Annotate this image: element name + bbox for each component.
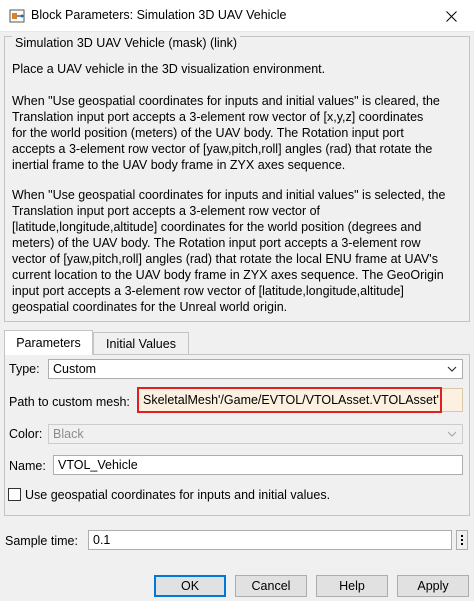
cancel-button-label: Cancel: [251, 579, 291, 593]
description-line: When "Use geospatial coordinates for inp…: [12, 188, 446, 202]
title-bar: Block Parameters: Simulation 3D UAV Vehi…: [0, 0, 474, 32]
description-line: Place a UAV vehicle in the 3D visualizat…: [12, 62, 326, 76]
ok-button[interactable]: OK: [154, 575, 226, 597]
mesh-path-label: Path to custom mesh:: [9, 395, 130, 409]
tab-initial-values[interactable]: Initial Values: [93, 332, 189, 354]
sample-time-options-button[interactable]: [456, 530, 468, 550]
description-paragraph-1: Place a UAV vehicle in the 3D visualizat…: [12, 61, 464, 77]
help-button-label: Help: [339, 579, 365, 593]
geospatial-checkbox[interactable]: [8, 488, 21, 501]
dot: [461, 539, 463, 541]
type-dropdown[interactable]: Custom: [48, 359, 463, 379]
simulink-block-icon: [9, 9, 25, 23]
mesh-path-input-highlighted[interactable]: SkeletalMesh'/Game/EVTOL/VTOLAsset.VTOLA…: [137, 387, 442, 413]
apply-button[interactable]: Apply: [397, 575, 469, 597]
description-line: current location to the UAV body frame i…: [12, 268, 444, 282]
dot: [461, 543, 463, 545]
description-line: Translation input port accepts a 3-eleme…: [12, 204, 321, 218]
apply-button-label: Apply: [417, 579, 449, 593]
ok-button-label: OK: [180, 579, 200, 593]
dot: [461, 535, 463, 537]
window-title: Block Parameters: Simulation 3D UAV Vehi…: [31, 8, 287, 22]
description-paragraph-3: When "Use geospatial coordinates for inp…: [12, 187, 464, 315]
chevron-down-icon: [447, 431, 457, 437]
description-line: [latitude,longitude,altitude] coordinate…: [12, 220, 422, 234]
cancel-button[interactable]: Cancel: [235, 575, 307, 597]
mesh-path-value: SkeletalMesh'/Game/EVTOL/VTOLAsset.VTOLA…: [143, 393, 439, 407]
description-line: accepts a 3-element row vector of [yaw,p…: [12, 142, 433, 156]
tab-label: Parameters: [16, 336, 81, 350]
description-line: vector of [yaw,pitch,roll] angles (rad) …: [12, 252, 438, 266]
description-line: Translation input port accepts a 3-eleme…: [12, 110, 424, 124]
description-line: for the world position (meters) of the U…: [12, 126, 404, 140]
description-paragraph-2: When "Use geospatial coordinates for inp…: [12, 93, 464, 173]
type-selected-value: Custom: [53, 362, 97, 376]
description-line: meters) of the UAV body. The Rotation in…: [12, 236, 421, 250]
sample-time-value: 0.1: [93, 533, 111, 547]
name-value: VTOL_Vehicle: [58, 458, 138, 472]
mask-description-group: Simulation 3D UAV Vehicle (mask) (link) …: [4, 36, 470, 322]
type-label: Type:: [9, 362, 40, 376]
tab-parameters[interactable]: Parameters: [4, 330, 93, 355]
description-line: input port accepts a 3-element row vecto…: [12, 284, 404, 298]
mask-title: Simulation 3D UAV Vehicle (mask) (link): [12, 36, 241, 50]
description-line: When "Use geospatial coordinates for inp…: [12, 94, 440, 108]
color-dropdown: Black: [48, 424, 463, 444]
name-input[interactable]: VTOL_Vehicle: [53, 455, 463, 475]
name-label: Name:: [9, 459, 46, 473]
close-button[interactable]: [428, 0, 474, 32]
description-line: geospatial coordinates for the Unreal wo…: [12, 300, 288, 314]
tab-label: Initial Values: [106, 336, 176, 351]
close-icon: [445, 10, 457, 22]
sample-time-label: Sample time:: [5, 534, 78, 548]
chevron-down-icon: [447, 366, 457, 372]
help-button[interactable]: Help: [316, 575, 388, 597]
description-line: inertial frame to the UAV body frame in …: [12, 158, 346, 172]
color-selected-value: Black: [53, 427, 84, 441]
color-label: Color:: [9, 427, 43, 441]
geospatial-checkbox-label: Use geospatial coordinates for inputs an…: [25, 488, 331, 502]
sample-time-input[interactable]: 0.1: [88, 530, 452, 550]
